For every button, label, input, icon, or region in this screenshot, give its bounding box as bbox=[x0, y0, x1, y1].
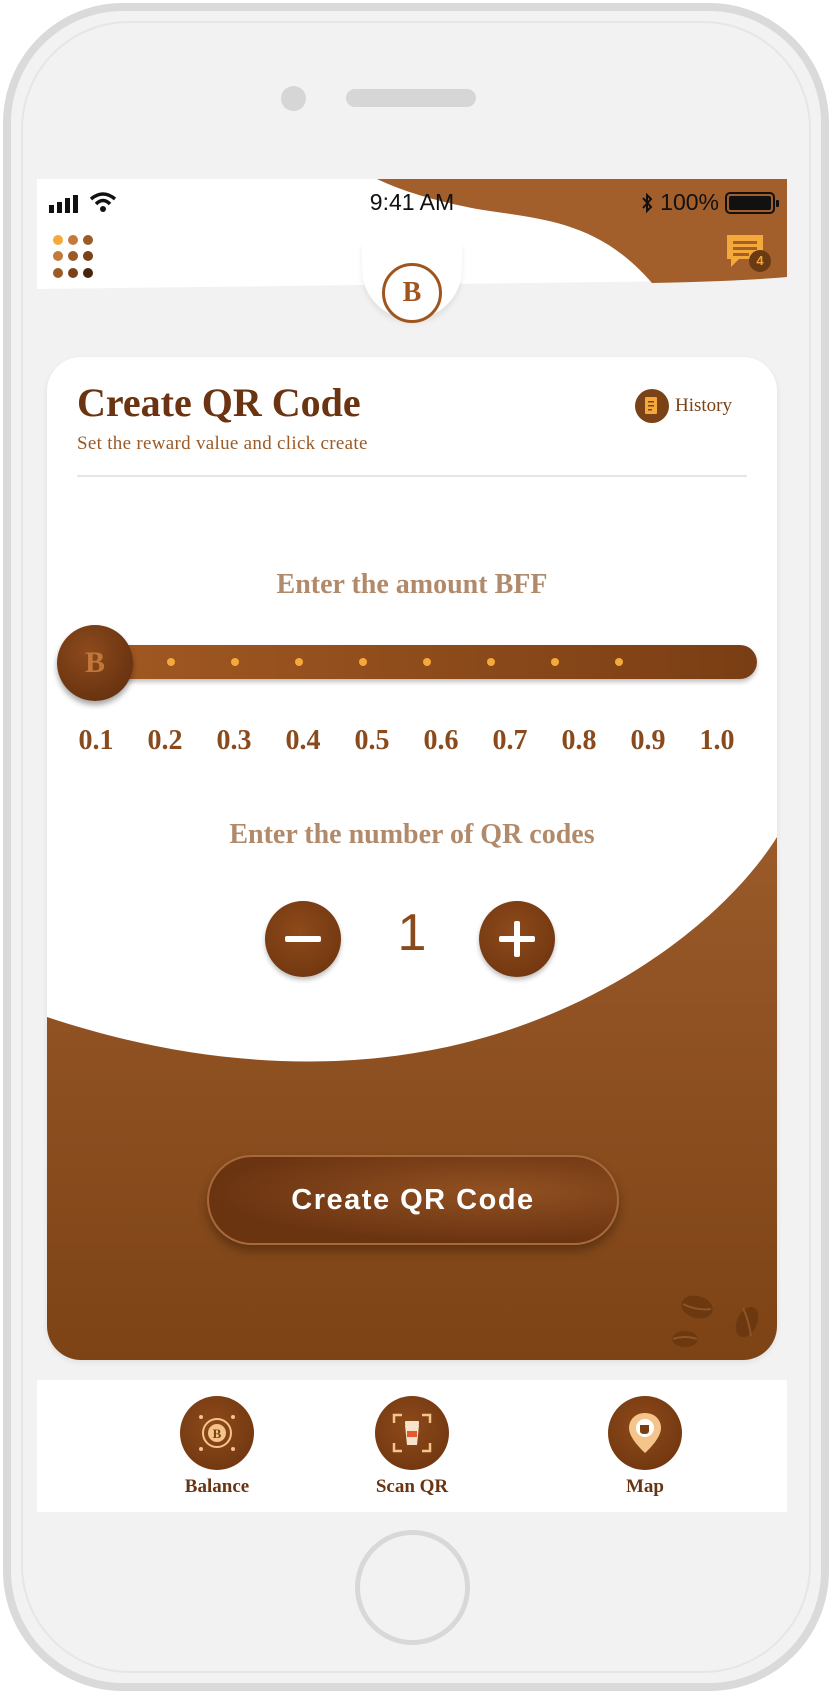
home-button[interactable] bbox=[355, 1530, 470, 1645]
brand-logo: B bbox=[382, 263, 442, 323]
app-screen: 9:41 AM 100% 4 B Create QR Code Set the … bbox=[37, 179, 787, 1512]
menu-grid-icon[interactable] bbox=[53, 235, 97, 279]
slider-step-dot bbox=[167, 658, 175, 666]
logo-letter: B bbox=[402, 277, 422, 308]
history-label: History bbox=[675, 395, 732, 416]
slider-step-dot bbox=[615, 658, 623, 666]
history-icon bbox=[635, 389, 669, 423]
tick-label[interactable]: 0.6 bbox=[406, 725, 476, 757]
increment-button[interactable] bbox=[479, 901, 555, 977]
minus-icon bbox=[285, 936, 321, 942]
amount-label: Enter the amount BFF bbox=[276, 569, 548, 600]
coffee-beans-decoration bbox=[672, 1295, 759, 1347]
coin-icon: B bbox=[180, 1396, 254, 1470]
slider-tick-labels: 0.1 0.2 0.3 0.4 0.5 0.6 0.7 0.8 0.9 1.0 bbox=[47, 725, 777, 765]
page-title: Create QR Code bbox=[77, 380, 361, 425]
tick-label[interactable]: 0.3 bbox=[199, 725, 269, 757]
header-divider bbox=[77, 475, 747, 477]
nav-balance[interactable]: B Balance bbox=[147, 1396, 287, 1498]
nav-map[interactable]: Map bbox=[575, 1396, 715, 1498]
chat-badge: 4 bbox=[749, 250, 771, 272]
qr-count-label: Enter the number of QR codes bbox=[229, 819, 595, 850]
slider-step-dot bbox=[423, 658, 431, 666]
create-qr-card: Create QR Code Set the reward value and … bbox=[47, 357, 777, 1360]
map-pin-icon bbox=[608, 1396, 682, 1470]
coffee-cup-scan-icon bbox=[375, 1396, 449, 1470]
tick-label[interactable]: 0.2 bbox=[130, 725, 200, 757]
slider-step-dot bbox=[359, 658, 367, 666]
amount-slider-thumb[interactable]: B bbox=[57, 625, 133, 701]
tick-label[interactable]: 0.9 bbox=[613, 725, 683, 757]
slider-step-dot bbox=[551, 658, 559, 666]
decrement-button[interactable] bbox=[265, 901, 341, 977]
tick-label[interactable]: 0.5 bbox=[337, 725, 407, 757]
plus-icon-vertical bbox=[514, 921, 520, 957]
nav-map-label: Map bbox=[626, 1476, 664, 1497]
tick-label[interactable]: 1.0 bbox=[682, 725, 752, 757]
slider-step-dot bbox=[231, 658, 239, 666]
nav-scan-qr[interactable]: Scan QR bbox=[342, 1396, 482, 1498]
battery-percentage: 100% bbox=[660, 189, 719, 215]
amount-slider-track[interactable] bbox=[67, 645, 757, 679]
tick-label[interactable]: 0.7 bbox=[475, 725, 545, 757]
battery-icon bbox=[725, 191, 779, 214]
status-bar: 9:41 AM 100% bbox=[37, 189, 787, 219]
slider-step-dot bbox=[487, 658, 495, 666]
page-subtitle: Set the reward value and click create bbox=[77, 433, 368, 454]
nav-scan-qr-label: Scan QR bbox=[375, 1476, 449, 1497]
bluetooth-icon bbox=[642, 192, 653, 213]
earpiece-speaker bbox=[346, 89, 476, 107]
bottom-navigation: B Balance Scan QR Map bbox=[37, 1380, 787, 1512]
qr-count-value: 1 bbox=[397, 904, 427, 962]
tick-label[interactable]: 0.1 bbox=[61, 725, 131, 757]
battery-group: 100% bbox=[640, 189, 779, 216]
tick-label[interactable]: 0.8 bbox=[544, 725, 614, 757]
svg-text:B: B bbox=[213, 1426, 222, 1441]
coin-icon: B bbox=[84, 646, 105, 679]
tick-label[interactable]: 0.4 bbox=[268, 725, 338, 757]
history-button[interactable]: History bbox=[635, 389, 732, 423]
slider-step-dot bbox=[295, 658, 303, 666]
front-camera bbox=[281, 86, 306, 111]
nav-balance-label: Balance bbox=[184, 1476, 250, 1497]
create-qr-button[interactable]: Create QR Code bbox=[207, 1155, 619, 1245]
